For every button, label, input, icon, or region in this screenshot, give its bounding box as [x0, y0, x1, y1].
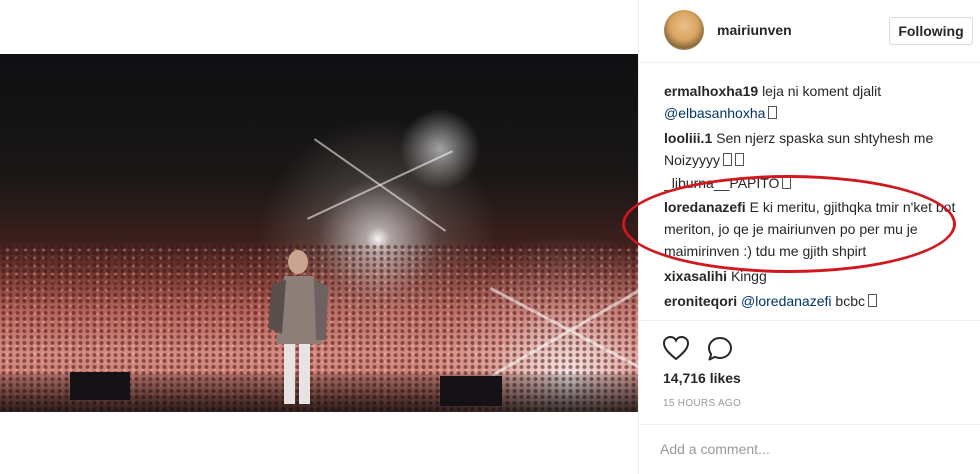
stage-speaker	[440, 376, 502, 406]
highlight-ellipse	[622, 175, 956, 273]
comment-text: leja ni koment djalit	[762, 83, 882, 99]
comment-item: looliii.1 Sen njerz spaska sun shtyhesh …	[664, 127, 974, 171]
comment-mention[interactable]: @elbasanhoxha	[664, 105, 765, 121]
light-flare	[313, 138, 447, 232]
post-header: mairiunven Following	[639, 0, 980, 63]
comment-input-divider	[638, 424, 980, 425]
comment-username[interactable]: xixasalihi	[664, 268, 727, 284]
comment-item: eroniteqori @loredanazefi bcbc	[664, 290, 974, 312]
comment-username[interactable]: ermalhoxha19	[664, 83, 758, 99]
heart-icon[interactable]	[662, 335, 690, 361]
performer-figure	[268, 250, 328, 404]
following-button[interactable]: Following	[889, 17, 973, 45]
add-comment-input[interactable]	[660, 437, 960, 461]
comment-bubble-icon[interactable]	[706, 335, 734, 363]
comment-item: ermalhoxha19 leja ni koment djalit @elba…	[664, 80, 974, 124]
comment-username[interactable]: eroniteqori	[664, 293, 737, 309]
post-username[interactable]: mairiunven	[717, 22, 792, 38]
emoji-placeholder-icon	[723, 153, 733, 166]
emoji-placeholder-icon	[867, 294, 877, 307]
comment-text: bcbc	[835, 293, 865, 309]
comment-username[interactable]: looliii.1	[664, 130, 712, 146]
post-photo[interactable]	[0, 54, 638, 412]
actions-divider	[638, 320, 980, 322]
emoji-placeholder-icon	[735, 153, 745, 166]
photo-pane	[0, 0, 638, 474]
stage-speaker	[70, 372, 130, 400]
avatar[interactable]	[664, 10, 704, 50]
comment-mention[interactable]: @loredanazefi	[741, 293, 832, 309]
post-timestamp[interactable]: 15 HOURS AGO	[663, 398, 741, 409]
emoji-placeholder-icon	[768, 106, 778, 119]
likes-count[interactable]: 14,716 likes	[663, 370, 741, 386]
